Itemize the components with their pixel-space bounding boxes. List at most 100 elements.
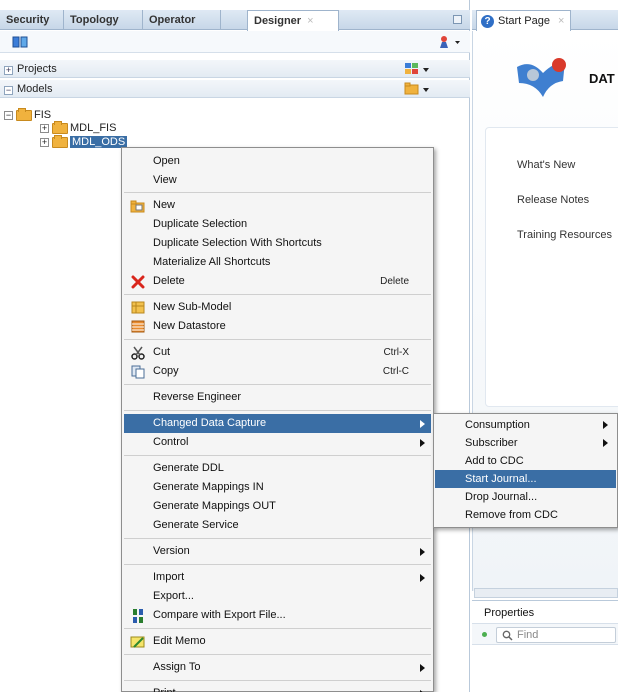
tree-node-mdl-ods[interactable]: + MDL_ODS bbox=[40, 134, 128, 149]
menu-item-assign-to[interactable]: Assign To bbox=[124, 658, 431, 677]
release-notes-link[interactable]: Release Notes bbox=[517, 194, 589, 206]
menu-item-label: Print bbox=[153, 684, 176, 692]
tree-node-fis[interactable]: − FIS bbox=[4, 107, 52, 122]
connect-icon[interactable] bbox=[12, 35, 28, 49]
menu-item-materialize-shortcuts[interactable]: Materialize All Shortcuts bbox=[124, 253, 431, 272]
menu-item-label: Consumption bbox=[465, 419, 530, 431]
menu-item-edit-memo[interactable]: Edit Memo bbox=[124, 632, 431, 651]
expand-icon[interactable]: + bbox=[40, 137, 49, 147]
close-icon[interactable]: × bbox=[558, 15, 564, 27]
submenu-item-add-to-cdc[interactable]: Add to CDC bbox=[435, 452, 616, 470]
models-menu-icon[interactable] bbox=[404, 82, 432, 96]
menu-item-import[interactable]: Import bbox=[124, 568, 431, 587]
menu-item-shortcut: Ctrl-X bbox=[383, 347, 409, 358]
menu-item-compare-export[interactable]: Compare with Export File... bbox=[124, 606, 431, 625]
menu-item-new-datastore[interactable]: New Datastore bbox=[124, 317, 431, 336]
menu-item-new[interactable]: New bbox=[124, 196, 431, 215]
training-resources-link[interactable]: Training Resources bbox=[517, 229, 612, 241]
menu-item-label: Cut bbox=[153, 346, 171, 358]
menu-item-label: Duplicate Selection With Shortcuts bbox=[153, 237, 322, 249]
menu-item-version[interactable]: Version bbox=[124, 542, 431, 561]
menu-item-label: Remove from CDC bbox=[465, 509, 558, 521]
menu-item-label: Subscriber bbox=[465, 437, 518, 449]
tree-node-mdl-fis[interactable]: + MDL_FIS bbox=[40, 120, 116, 135]
menu-item-label: Open bbox=[153, 155, 180, 167]
menu-item-duplicate-selection[interactable]: Duplicate Selection bbox=[124, 215, 431, 234]
tab-designer[interactable]: Designer × bbox=[247, 10, 339, 31]
menu-item-label: New Datastore bbox=[153, 320, 226, 332]
submenu-arrow-icon bbox=[420, 420, 425, 428]
close-icon[interactable]: × bbox=[307, 15, 313, 27]
projects-menu-icon[interactable] bbox=[404, 62, 432, 76]
menu-item-label: Materialize All Shortcuts bbox=[153, 256, 271, 268]
menu-item-generate-ddl[interactable]: Generate DDL bbox=[124, 459, 431, 478]
find-placeholder: Find bbox=[517, 629, 539, 641]
menu-item-changed-data-capture[interactable]: Changed Data Capture bbox=[124, 414, 431, 433]
menu-divider bbox=[124, 455, 431, 456]
collapse-icon[interactable]: − bbox=[4, 86, 13, 95]
model-folder-icon bbox=[52, 120, 68, 134]
menu-item-label: Edit Memo bbox=[153, 635, 206, 647]
menu-item-label: Delete bbox=[153, 275, 185, 287]
tab-start-page[interactable]: ? Start Page × bbox=[476, 10, 572, 31]
menu-item-generate-service[interactable]: Generate Service bbox=[124, 516, 431, 535]
menu-item-label: Control bbox=[153, 436, 189, 448]
collapse-icon[interactable]: − bbox=[4, 110, 13, 120]
projects-section[interactable]: + Projects bbox=[0, 60, 470, 78]
menu-item-label: Copy bbox=[153, 365, 179, 377]
submenu-item-subscriber[interactable]: Subscriber bbox=[435, 434, 616, 452]
tab-operator[interactable]: Operator bbox=[143, 10, 221, 30]
tab-security[interactable]: Security bbox=[0, 10, 64, 30]
tools-dropdown-icon[interactable] bbox=[438, 34, 462, 50]
menu-item-open[interactable]: Open bbox=[124, 152, 431, 171]
menu-divider bbox=[124, 410, 431, 411]
menu-item-label: Drop Journal... bbox=[465, 491, 538, 503]
minimize-icon[interactable] bbox=[453, 15, 462, 24]
tree-node-label: FIS bbox=[34, 109, 52, 121]
model-folder-icon bbox=[52, 134, 68, 148]
horizontal-scrollbar[interactable] bbox=[474, 588, 618, 598]
menu-item-copy[interactable]: Copy Ctrl-C bbox=[124, 362, 431, 381]
menu-item-label: Assign To bbox=[153, 661, 201, 673]
submenu-item-start-journal[interactable]: Start Journal... bbox=[435, 470, 616, 488]
menu-item-duplicate-with-shortcuts[interactable]: Duplicate Selection With Shortcuts bbox=[124, 234, 431, 253]
submenu-item-consumption[interactable]: Consumption bbox=[435, 416, 616, 434]
whats-new-link[interactable]: What's New bbox=[517, 159, 575, 171]
menu-item-cut[interactable]: Cut Ctrl-X bbox=[124, 343, 431, 362]
submenu-arrow-icon bbox=[420, 439, 425, 447]
menu-divider bbox=[124, 538, 431, 539]
menu-item-label: Version bbox=[153, 545, 190, 557]
menu-item-generate-mappings-in[interactable]: Generate Mappings IN bbox=[124, 478, 431, 497]
tab-topology-label: Topology bbox=[70, 14, 119, 26]
model-context-menu: Open View New Duplicate Selection Duplic… bbox=[121, 147, 434, 692]
properties-title: Properties bbox=[484, 607, 535, 619]
menu-item-generate-mappings-out[interactable]: Generate Mappings OUT bbox=[124, 497, 431, 516]
submenu-item-drop-journal[interactable]: Drop Journal... bbox=[435, 488, 616, 506]
menu-item-label: Export... bbox=[153, 590, 194, 602]
tab-designer-label: Designer bbox=[254, 15, 302, 27]
start-page-panel: ? Start Page × DAT What's New Release Note… bbox=[472, 0, 618, 692]
copy-icon bbox=[130, 364, 146, 379]
menu-item-new-submodel[interactable]: New Sub-Model bbox=[124, 298, 431, 317]
models-section[interactable]: − Models bbox=[0, 80, 470, 98]
expand-icon[interactable]: + bbox=[40, 123, 49, 133]
menu-item-label: Generate Service bbox=[153, 519, 239, 531]
submenu-item-remove-from-cdc[interactable]: Remove from CDC bbox=[435, 506, 616, 524]
menu-divider bbox=[124, 628, 431, 629]
menu-item-export[interactable]: Export... bbox=[124, 587, 431, 606]
menu-item-label: Start Journal... bbox=[465, 473, 537, 485]
menu-item-label: Generate DDL bbox=[153, 462, 224, 474]
menu-item-label: Add to CDC bbox=[465, 455, 524, 467]
menu-divider bbox=[124, 294, 431, 295]
help-icon: ? bbox=[481, 14, 494, 28]
tab-topology[interactable]: Topology bbox=[64, 10, 143, 30]
menu-item-view[interactable]: View bbox=[124, 171, 431, 190]
menu-item-delete[interactable]: Delete Delete bbox=[124, 272, 431, 291]
menu-divider bbox=[124, 680, 431, 681]
expand-icon[interactable]: + bbox=[4, 66, 13, 75]
menu-item-reverse-engineer[interactable]: Reverse Engineer bbox=[124, 388, 431, 407]
submenu-arrow-icon bbox=[603, 439, 608, 447]
menu-item-control[interactable]: Control bbox=[124, 433, 431, 452]
menu-item-print[interactable]: Print bbox=[124, 684, 431, 692]
properties-find-input[interactable]: Find bbox=[496, 627, 616, 643]
